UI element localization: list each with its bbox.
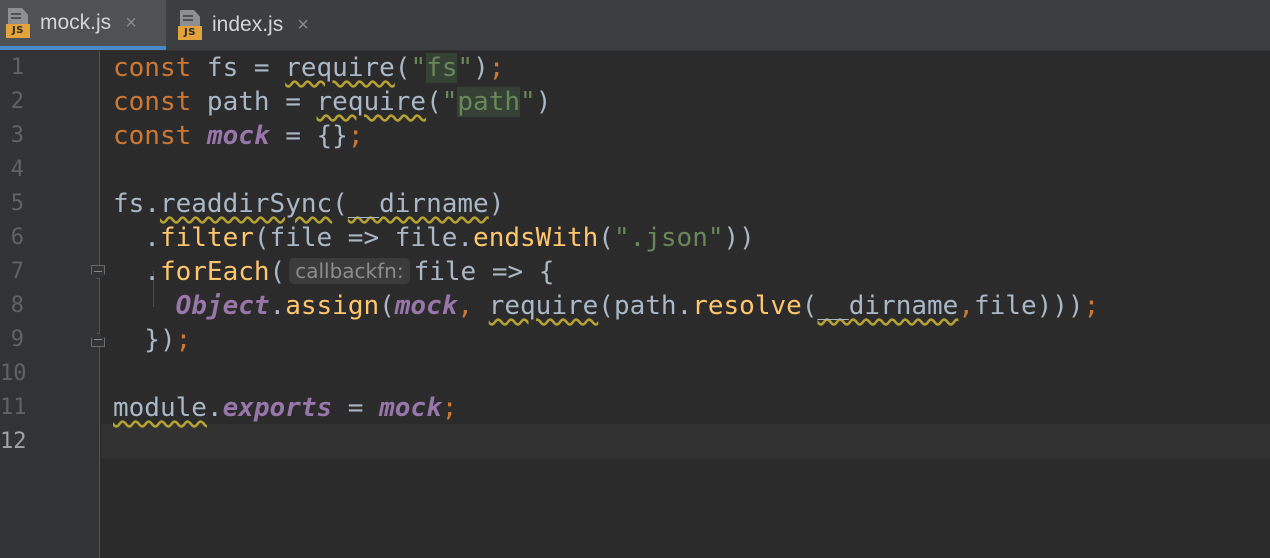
- line-number: 4: [10, 157, 24, 182]
- code-line-11: module.exports = mock;: [113, 393, 458, 423]
- tab-mock-js[interactable]: JS mock.js ×: [0, 0, 166, 50]
- line-number: 9: [10, 327, 24, 352]
- editor-tab-bar: JS mock.js × JS index.js ×: [0, 0, 1270, 51]
- tab-label: mock.js: [40, 11, 112, 34]
- javascript-file-icon: JS: [6, 8, 32, 38]
- code-editor[interactable]: const fs = require("fs"); const path = r…: [101, 51, 1270, 558]
- line-number: 1: [10, 55, 24, 80]
- close-icon[interactable]: ×: [297, 15, 309, 35]
- line-number: 6: [10, 225, 24, 250]
- code-line-1: const fs = require("fs");: [113, 53, 505, 83]
- close-icon[interactable]: ×: [125, 13, 137, 33]
- code-line-5: fs.readdirSync(__dirname): [113, 189, 505, 219]
- code-line-7: .forEach(callbackfn: file => {: [113, 257, 555, 287]
- ide-window: JS mock.js × JS index.js × 1 2 3 4 5 6 7…: [0, 0, 1270, 558]
- code-line-2: const path = require("path"): [113, 87, 552, 117]
- code-line-9: });: [113, 325, 192, 355]
- code-line-8: Object.assign(mock, require(path.resolve…: [175, 291, 1100, 321]
- line-number: 10: [0, 361, 27, 386]
- line-number: 3: [10, 123, 24, 148]
- code-line-3: const mock = {};: [113, 121, 364, 151]
- line-number-current: 12: [0, 429, 27, 454]
- current-line-highlight: [101, 424, 1270, 458]
- line-number: 11: [0, 395, 27, 420]
- tab-index-js[interactable]: JS index.js ×: [172, 0, 350, 50]
- line-number-gutter[interactable]: 1 2 3 4 5 6 7 8 9 10 11 12: [0, 51, 105, 558]
- parameter-hint: callbackfn:: [289, 258, 410, 284]
- tab-label: index.js: [212, 13, 284, 36]
- line-number: 5: [10, 191, 24, 216]
- line-number: 2: [10, 89, 24, 114]
- line-number: 7: [10, 259, 24, 284]
- line-number: 8: [10, 293, 24, 318]
- code-line-6: .filter(file => file.endsWith(".json")): [113, 223, 755, 253]
- javascript-file-icon: JS: [178, 10, 204, 40]
